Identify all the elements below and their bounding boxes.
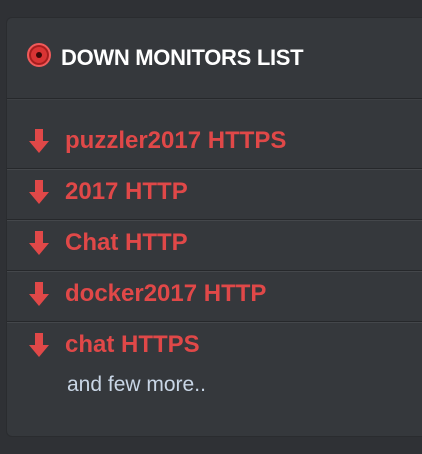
arrow-down-icon (29, 129, 49, 153)
monitor-link-4[interactable]: chat HTTPS (27, 331, 200, 359)
monitor-link-0[interactable]: puzzler2017 HTTPS (27, 127, 286, 155)
monitor-link-3[interactable]: docker2017 HTTP (27, 280, 266, 308)
monitor-name: puzzler2017 HTTPS (65, 127, 287, 154)
list-item: puzzler2017 HTTPS (7, 118, 422, 169)
list-item: 2017 HTTP (7, 169, 422, 220)
panel-title: DOWN MONITORS LIST (61, 45, 304, 70)
monitor-name: 2017 HTTP (65, 178, 188, 205)
list-item: chat HTTPS (7, 322, 422, 372)
monitor-link-1[interactable]: 2017 HTTP (27, 178, 188, 206)
monitor-list: puzzler2017 HTTPS 2017 HTTP Chat HTTP do… (7, 118, 422, 372)
arrow-down-icon (29, 282, 49, 306)
list-item: Chat HTTP (7, 220, 422, 271)
monitor-name: Chat HTTP (65, 229, 188, 256)
monitor-name: chat HTTPS (65, 331, 200, 358)
monitor-name: docker2017 HTTP (65, 280, 267, 307)
monitor-link-2[interactable]: Chat HTTP (27, 229, 188, 257)
record-circle-icon (27, 43, 51, 67)
down-monitors-panel: DOWN MONITORS LIST puzzler2017 HTTPS 201… (6, 17, 422, 437)
list-item: docker2017 HTTP (7, 271, 422, 322)
panel-header: DOWN MONITORS LIST (7, 18, 422, 99)
arrow-down-icon (29, 180, 49, 204)
more-monitors-text: and few more.. (67, 373, 206, 396)
arrow-down-icon (29, 231, 49, 255)
arrow-down-icon (29, 333, 49, 357)
